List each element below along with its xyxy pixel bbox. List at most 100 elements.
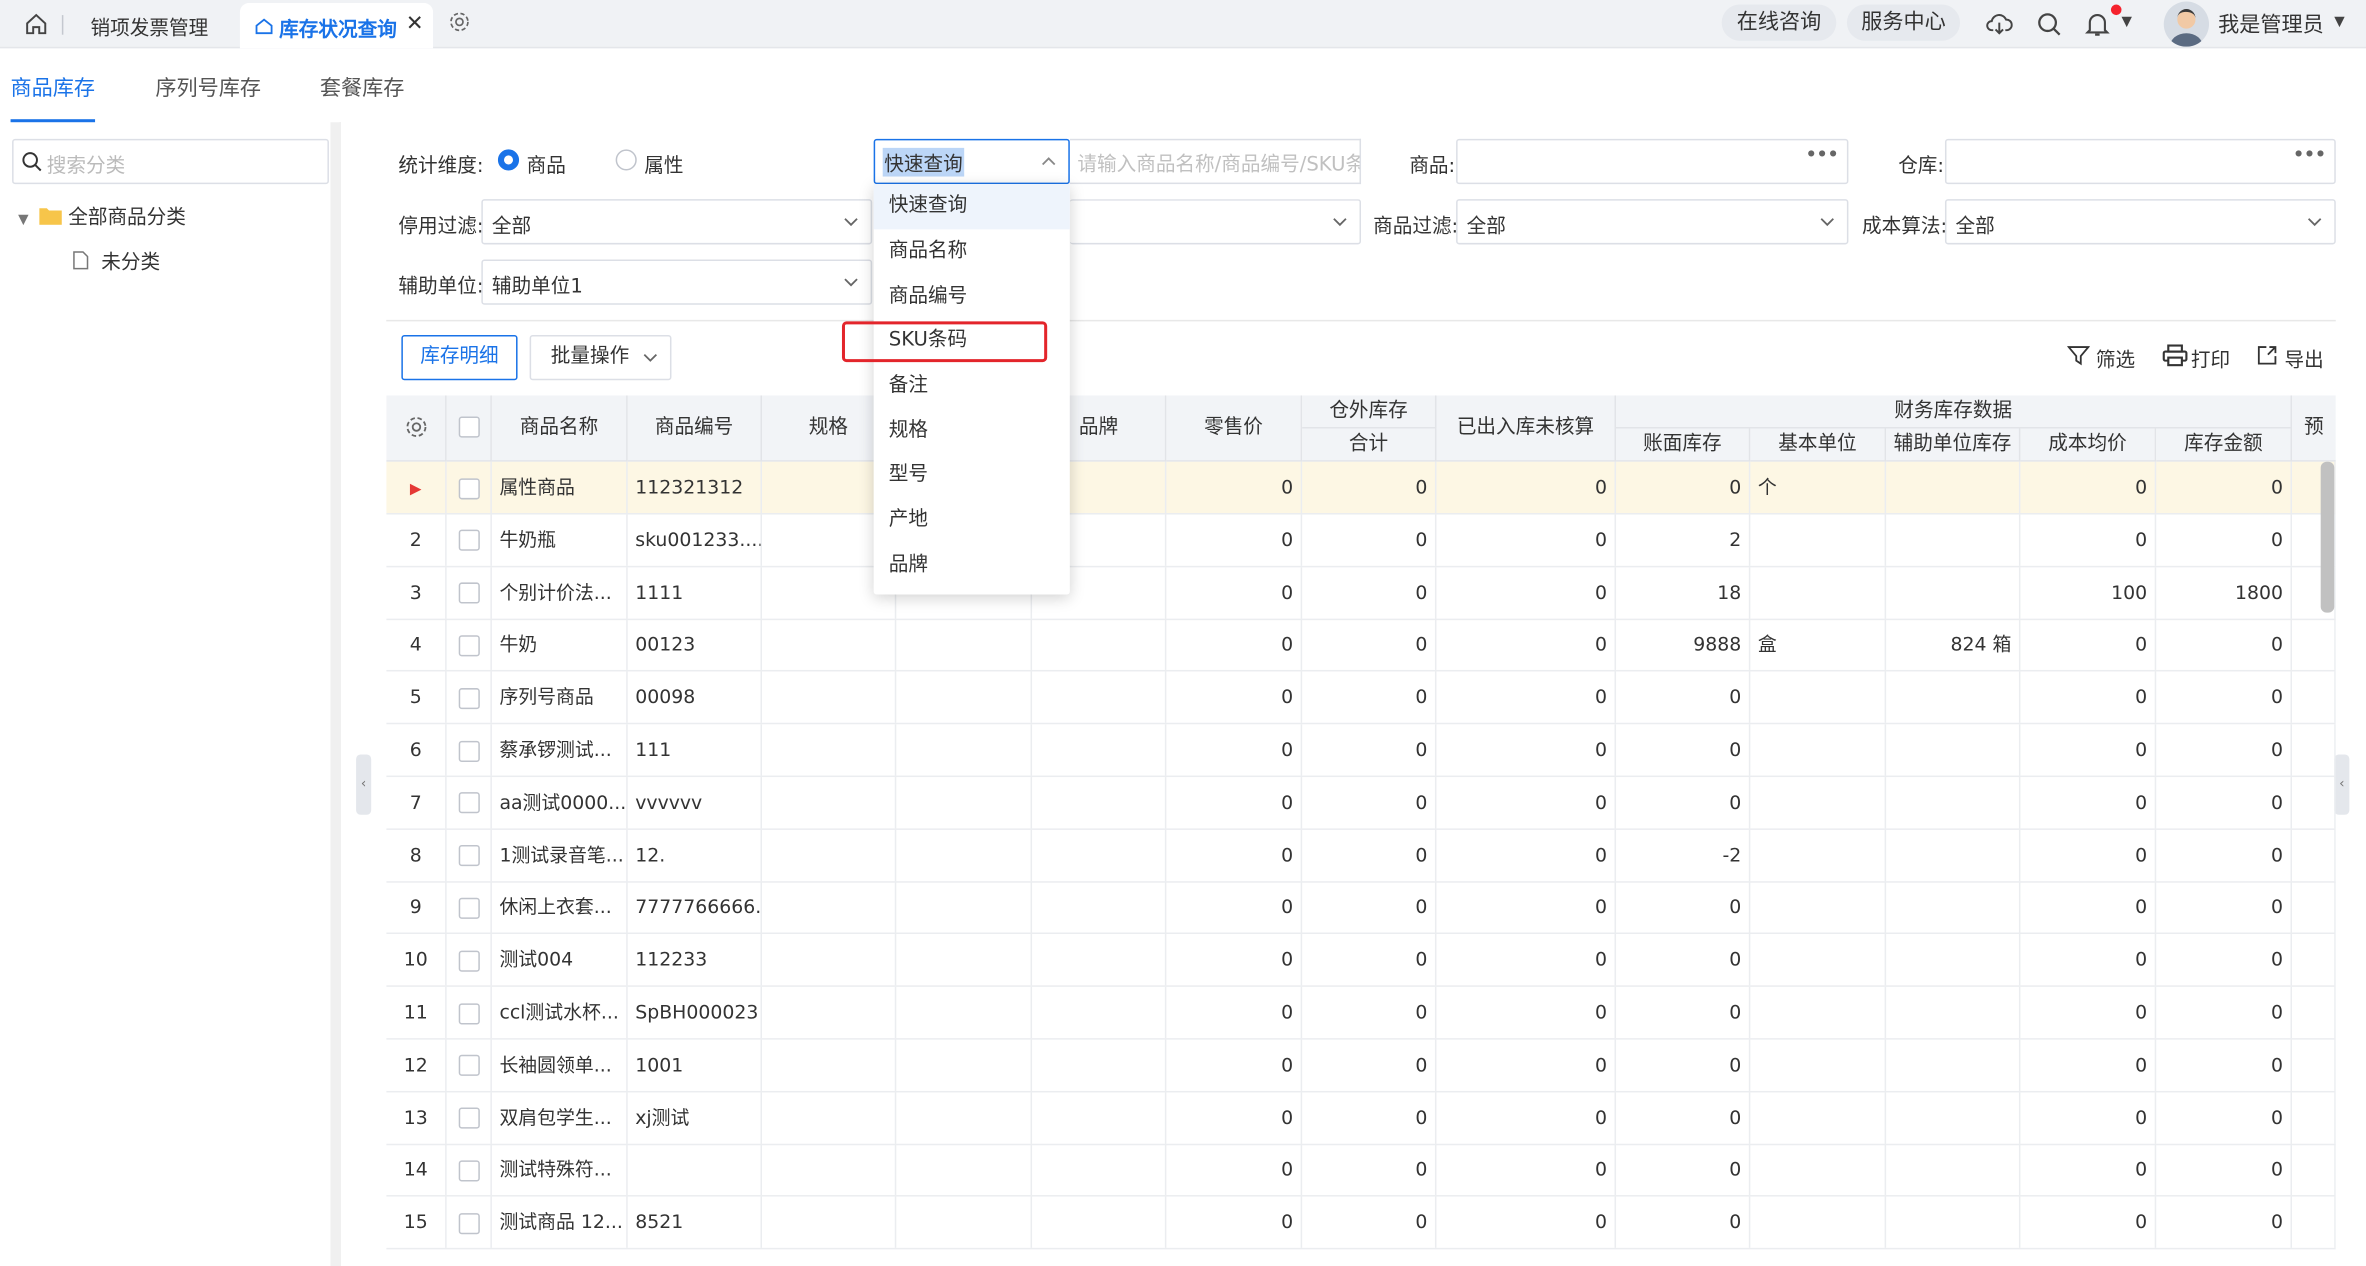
dropdown-item-origin[interactable]: 产地	[874, 498, 1070, 543]
header-amount[interactable]: 库存金额	[2156, 428, 2293, 462]
table-row[interactable]: 11 ccl测试水杯... SpBH000023 0 0 0 0 0 0	[386, 986, 2336, 1040]
table-row[interactable]: ▶ 属性商品 112321312 0 0 0 0 个 0 0	[386, 461, 2336, 515]
table-settings[interactable]	[386, 395, 447, 462]
tab-invoice[interactable]: 销项发票管理	[91, 12, 209, 41]
dropdown-item-goods-code[interactable]: 商品编号	[874, 275, 1070, 320]
caret-down-icon[interactable]: ▼	[18, 213, 28, 228]
row-checkbox[interactable]	[457, 740, 480, 762]
table-row[interactable]: 10 测试004 112233 0 0 0 0 0 0	[386, 934, 2336, 988]
radio-goods-label[interactable]: 商品	[527, 149, 566, 178]
warehouse-picker[interactable]: •••	[1944, 138, 2336, 185]
cell-checkbox[interactable]	[447, 934, 492, 986]
aux-unit-select[interactable]: 辅助单位1	[481, 259, 873, 305]
export-button[interactable]: 导出	[2257, 344, 2324, 373]
row-checkbox[interactable]	[457, 477, 480, 499]
more-icon[interactable]: •••	[1805, 143, 1839, 167]
table-row[interactable]: 6 蔡承锣测试... 111 0 0 0 0 0 0	[386, 724, 2336, 778]
sidebar-scrollbar[interactable]	[330, 122, 342, 1266]
table-row[interactable]: 3 个别计价法... 1111 0 0 0 18 100 1800	[386, 566, 2336, 620]
cell-checkbox[interactable]	[447, 1196, 492, 1249]
table-row[interactable]: 12 长袖圆领单... 1001 0 0 0 0 0 0	[386, 1039, 2336, 1093]
table-row[interactable]: 2 牛奶瓶 sku001233.... 0 0 0 2 0 0	[386, 514, 2336, 568]
radio-attr[interactable]	[615, 149, 637, 171]
caret-down-icon[interactable]: ▼	[2122, 15, 2132, 30]
select-all-checkbox[interactable]	[457, 416, 480, 438]
header-retail[interactable]: 零售价	[1166, 395, 1303, 462]
category-search-input[interactable]: 搜索分类	[12, 138, 329, 185]
cell-checkbox[interactable]	[447, 566, 492, 619]
header-pre[interactable]: 预	[2292, 395, 2336, 462]
cell-checkbox[interactable]	[447, 776, 492, 829]
stock-detail-button[interactable]: 库存明细	[401, 334, 518, 381]
row-checkbox[interactable]	[457, 950, 480, 972]
header-avg-cost[interactable]: 成本均价	[2020, 428, 2157, 462]
table-row[interactable]: 9 休闲上衣套... 7777766666... 0 0 0 0 0 0	[386, 881, 2336, 935]
bell-icon[interactable]	[2084, 11, 2111, 38]
cell-checkbox[interactable]	[447, 724, 492, 776]
batch-operation-button[interactable]: 批量操作	[529, 334, 672, 381]
row-checkbox[interactable]	[457, 1212, 480, 1234]
header-aux-stock[interactable]: 辅助单位库存	[1886, 428, 2021, 462]
radio-attr-label[interactable]: 属性	[644, 149, 683, 178]
quick-query-select[interactable]: 快速查询	[873, 138, 1070, 185]
cell-checkbox[interactable]	[447, 514, 492, 566]
user-caret-icon[interactable]: ▼	[2334, 15, 2344, 30]
dropdown-item-model[interactable]: 型号	[874, 453, 1070, 498]
row-checkbox[interactable]	[457, 530, 480, 552]
tree-item-all[interactable]: ▼ 全部商品分类	[18, 201, 186, 230]
hidden-select[interactable]	[1069, 199, 1362, 245]
user-name[interactable]: 我是管理员	[2218, 9, 2324, 39]
subtab-serial-stock[interactable]: 序列号库存	[155, 72, 261, 102]
filter-button[interactable]: 筛选	[2067, 344, 2135, 373]
select-all-cell[interactable]	[446, 395, 492, 462]
more-icon[interactable]: •••	[2292, 143, 2326, 167]
service-center-button[interactable]: 服务中心	[1846, 4, 1961, 41]
header-base-unit[interactable]: 基本单位	[1750, 428, 1887, 462]
row-checkbox[interactable]	[457, 792, 480, 814]
row-checkbox[interactable]	[457, 1055, 480, 1077]
table-row[interactable]: 7 aa测试0000... vvvvvv 0 0 0 0 0 0	[386, 776, 2336, 830]
row-checkbox[interactable]	[457, 897, 480, 919]
header-code[interactable]: 商品编号	[627, 395, 762, 462]
row-checkbox[interactable]	[457, 582, 480, 604]
goods-filter-select[interactable]: 全部	[1456, 199, 1849, 245]
online-consult-button[interactable]: 在线咨询	[1721, 4, 1837, 41]
dropdown-item-remark[interactable]: 备注	[874, 364, 1070, 409]
goods-picker[interactable]: •••	[1456, 138, 1849, 185]
table-row[interactable]: 5 序列号商品 00098 0 0 0 0 0 0	[386, 671, 2336, 725]
row-checkbox[interactable]	[457, 845, 480, 867]
collapse-right-icon[interactable]: ‹	[2334, 754, 2350, 815]
table-row[interactable]: 8 1测试录音笔... 12. 0 0 0 -2 0 0	[386, 829, 2336, 883]
table-row[interactable]: 4 牛奶 00123 0 0 0 9888 盒 824 箱00	[386, 619, 2336, 673]
disable-filter-select[interactable]: 全部	[481, 199, 873, 245]
cell-checkbox[interactable]	[447, 986, 492, 1039]
row-checkbox[interactable]	[457, 687, 480, 709]
cell-checkbox[interactable]	[447, 1039, 492, 1091]
gear-icon[interactable]	[448, 11, 471, 34]
table-row[interactable]: 13 双肩包学生... xj测试 0 0 0 0 0 0	[386, 1091, 2336, 1145]
dropdown-item-brand[interactable]: 品牌	[874, 543, 1070, 588]
dropdown-item-quick-query[interactable]: 快速查询	[873, 184, 1070, 230]
avatar[interactable]	[2163, 1, 2210, 47]
home-icon[interactable]	[24, 12, 48, 36]
cell-checkbox[interactable]	[447, 671, 492, 724]
row-checkbox[interactable]	[457, 1002, 480, 1024]
cell-checkbox[interactable]	[447, 619, 492, 671]
cell-checkbox[interactable]	[447, 461, 492, 514]
radio-goods[interactable]	[497, 149, 520, 171]
table-row[interactable]: 14 测试特殊符... 0 0 0 0 0 0	[386, 1144, 2336, 1198]
dropdown-item-goods-name[interactable]: 商品名称	[874, 229, 1070, 274]
tree-item-uncategorized[interactable]: 未分类	[72, 246, 160, 275]
header-unchecked[interactable]: 已出入库未核算	[1436, 395, 1617, 462]
close-icon[interactable]: ✕	[406, 12, 424, 36]
print-button[interactable]: 打印	[2162, 344, 2230, 373]
subtab-package-stock[interactable]: 套餐库存	[320, 72, 404, 102]
cell-checkbox[interactable]	[447, 881, 492, 934]
cell-checkbox[interactable]	[447, 829, 492, 881]
search-icon[interactable]	[2036, 11, 2063, 38]
header-book-stock[interactable]: 账面库存	[1616, 428, 1751, 462]
table-row[interactable]: 15 测试商品 12... 8521 0 0 0 0 0 0	[386, 1196, 2336, 1250]
cloud-download-icon[interactable]	[1986, 11, 2013, 38]
row-checkbox[interactable]	[457, 635, 480, 657]
gear-icon[interactable]	[404, 415, 428, 439]
